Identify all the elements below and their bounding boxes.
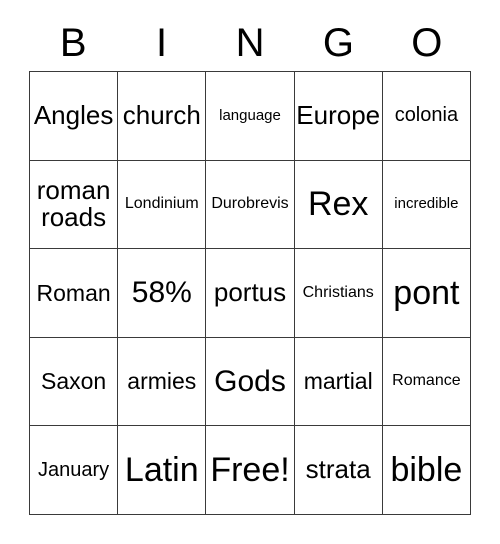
bingo-cell-label: Christians (302, 283, 374, 301)
bingo-cell[interactable]: Europe (294, 72, 383, 161)
bingo-cell[interactable]: Angles (30, 72, 119, 161)
bingo-cell-label: armies (127, 368, 197, 395)
bingo-cell-label: colonia (394, 104, 459, 127)
bingo-cell[interactable]: Christians (294, 249, 383, 338)
header-letter-o: O (411, 20, 443, 65)
bingo-cell-label: incredible (394, 195, 459, 213)
bingo-cell[interactable]: Rex (294, 160, 383, 250)
bingo-cell-label: bible (390, 451, 463, 490)
bingo-cell-label: Free! (210, 451, 290, 490)
bingo-cell-free[interactable]: Free! (206, 426, 295, 515)
bingo-cell[interactable]: Gods (206, 337, 295, 427)
bingo-cell[interactable]: bible (382, 426, 471, 515)
bingo-cell-label: portus (213, 277, 287, 308)
bingo-cell-label: Durobrevis (211, 194, 289, 212)
bingo-cell[interactable]: armies (118, 337, 207, 427)
bingo-cell[interactable]: church (118, 72, 207, 161)
bingo-card: B I N G O Angles church language Europe … (0, 0, 500, 544)
bingo-cell-label: Rex (307, 185, 369, 224)
bingo-cell-label: 58% (131, 276, 192, 310)
bingo-cell-label: January (38, 458, 110, 481)
bingo-cell[interactable]: Romance (382, 337, 471, 427)
bingo-cell[interactable]: incredible (382, 160, 471, 250)
bingo-cell-label: Gods (214, 364, 286, 398)
bingo-cell-label: Latin (124, 451, 199, 490)
bingo-cell-label: roman roads (36, 174, 111, 233)
header-letter-i: I (156, 20, 168, 65)
bingo-cell[interactable]: colonia (382, 72, 471, 161)
bingo-cell[interactable]: roman roads (30, 160, 119, 250)
bingo-cell-label: Roman (36, 279, 111, 306)
bingo-cell-label: Europe (296, 100, 381, 131)
bingo-cell-label: Angles (33, 100, 114, 131)
bingo-cell-label: Saxon (40, 368, 107, 395)
bingo-cell[interactable]: pont (382, 249, 471, 338)
bingo-grid: Angles church language Europe colonia ro… (29, 71, 471, 515)
bingo-cell[interactable]: martial (294, 337, 383, 427)
bingo-cell[interactable]: January (30, 426, 119, 515)
bingo-cell-label: Romance (392, 372, 461, 390)
bingo-cell[interactable]: Durobrevis (206, 160, 295, 250)
bingo-cell[interactable]: strata (294, 426, 383, 515)
bingo-cell[interactable]: portus (206, 249, 295, 338)
bingo-cell-label: martial (303, 368, 373, 395)
bingo-cell-label: language (219, 106, 281, 124)
header-letter-b: B (59, 20, 87, 65)
bingo-cell[interactable]: Saxon (30, 337, 119, 427)
bingo-cell[interactable]: Roman (30, 249, 119, 338)
bingo-cell-label: Londinium (124, 194, 199, 212)
bingo-cell[interactable]: language (206, 72, 295, 161)
header-letter-n: N (235, 20, 265, 65)
header-letter-g: G (322, 20, 354, 65)
bingo-cell[interactable]: Londinium (118, 160, 207, 250)
bingo-cell-label: church (122, 100, 201, 131)
bingo-cell[interactable]: 58% (118, 249, 207, 338)
bingo-cell-label: strata (305, 454, 371, 485)
bingo-header: B I N G O (29, 14, 471, 71)
bingo-cell[interactable]: Latin (118, 426, 207, 515)
bingo-cell-label: pont (393, 273, 460, 312)
